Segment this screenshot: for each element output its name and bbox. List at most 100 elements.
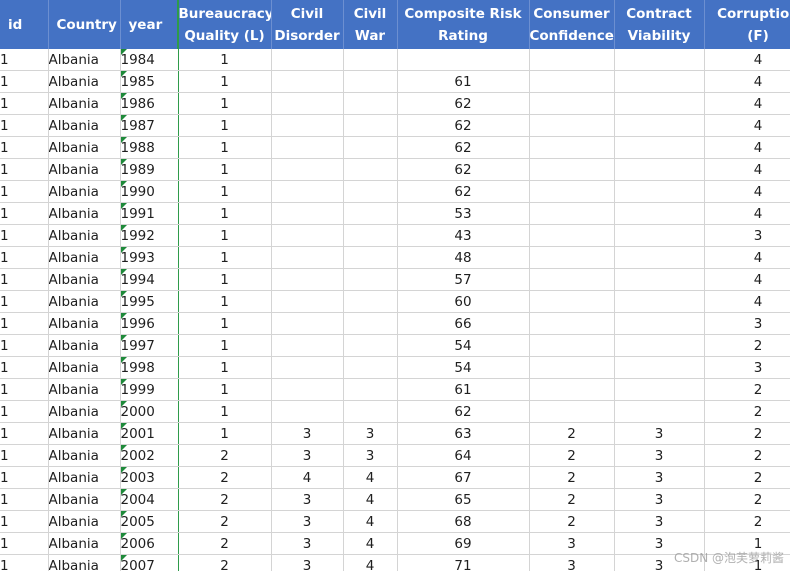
- column-header-year[interactable]: year: [120, 0, 179, 49]
- civil-disorder-cell[interactable]: 3: [271, 488, 344, 511]
- civil-disorder-cell[interactable]: 3: [271, 532, 344, 555]
- civil-war-cell[interactable]: [343, 158, 398, 181]
- composite-risk-rating-cell[interactable]: 67: [397, 466, 530, 489]
- consumer-confidence-cell[interactable]: [529, 70, 615, 93]
- civil-war-cell[interactable]: [343, 180, 398, 203]
- contract-viability-cell[interactable]: [614, 158, 705, 181]
- bureaucracy-quality-cell[interactable]: 1: [178, 114, 272, 137]
- civil-war-cell[interactable]: [343, 246, 398, 269]
- consumer-confidence-cell[interactable]: [529, 400, 615, 423]
- civil-disorder-cell[interactable]: [271, 136, 344, 159]
- year-cell[interactable]: 1993: [120, 246, 179, 269]
- country-cell[interactable]: Albania: [48, 378, 121, 401]
- corruption-cell[interactable]: 2: [704, 444, 790, 467]
- id-cell[interactable]: 1: [0, 202, 49, 225]
- consumer-confidence-cell[interactable]: 2: [529, 488, 615, 511]
- composite-risk-rating-cell[interactable]: 69: [397, 532, 530, 555]
- corruption-cell[interactable]: 4: [704, 92, 790, 115]
- civil-war-cell[interactable]: [343, 202, 398, 225]
- year-cell[interactable]: 1997: [120, 334, 179, 357]
- id-cell[interactable]: 1: [0, 136, 49, 159]
- bureaucracy-quality-cell[interactable]: 2: [178, 554, 272, 571]
- year-cell[interactable]: 1995: [120, 290, 179, 313]
- country-cell[interactable]: Albania: [48, 70, 121, 93]
- id-cell[interactable]: 1: [0, 488, 49, 511]
- bureaucracy-quality-cell[interactable]: 1: [178, 400, 272, 423]
- country-cell[interactable]: Albania: [48, 136, 121, 159]
- composite-risk-rating-cell[interactable]: 71: [397, 554, 530, 571]
- civil-disorder-cell[interactable]: [271, 334, 344, 357]
- column-header-id[interactable]: id: [0, 0, 49, 49]
- year-cell[interactable]: 1996: [120, 312, 179, 335]
- column-header-civil-war[interactable]: Civil War: [343, 0, 398, 49]
- consumer-confidence-cell[interactable]: [529, 224, 615, 247]
- bureaucracy-quality-cell[interactable]: 2: [178, 532, 272, 555]
- consumer-confidence-cell[interactable]: [529, 246, 615, 269]
- civil-disorder-cell[interactable]: [271, 158, 344, 181]
- composite-risk-rating-cell[interactable]: 60: [397, 290, 530, 313]
- contract-viability-cell[interactable]: [614, 224, 705, 247]
- country-cell[interactable]: Albania: [48, 422, 121, 445]
- bureaucracy-quality-cell[interactable]: 1: [178, 268, 272, 291]
- corruption-cell[interactable]: 4: [704, 136, 790, 159]
- year-cell[interactable]: 2001: [120, 422, 179, 445]
- country-cell[interactable]: Albania: [48, 158, 121, 181]
- contract-viability-cell[interactable]: [614, 246, 705, 269]
- civil-disorder-cell[interactable]: 3: [271, 422, 344, 445]
- id-cell[interactable]: 1: [0, 246, 49, 269]
- column-header-composite-risk-rating[interactable]: Composite Risk Rating: [397, 0, 530, 49]
- civil-disorder-cell[interactable]: [271, 290, 344, 313]
- civil-war-cell[interactable]: [343, 334, 398, 357]
- contract-viability-cell[interactable]: [614, 356, 705, 379]
- id-cell[interactable]: 1: [0, 290, 49, 313]
- consumer-confidence-cell[interactable]: [529, 49, 615, 71]
- consumer-confidence-cell[interactable]: 2: [529, 466, 615, 489]
- composite-risk-rating-cell[interactable]: 62: [397, 158, 530, 181]
- country-cell[interactable]: Albania: [48, 400, 121, 423]
- civil-war-cell[interactable]: [343, 400, 398, 423]
- bureaucracy-quality-cell[interactable]: 1: [178, 49, 272, 71]
- civil-disorder-cell[interactable]: [271, 312, 344, 335]
- country-cell[interactable]: Albania: [48, 488, 121, 511]
- consumer-confidence-cell[interactable]: 2: [529, 444, 615, 467]
- civil-war-cell[interactable]: 3: [343, 422, 398, 445]
- id-cell[interactable]: 1: [0, 92, 49, 115]
- civil-disorder-cell[interactable]: 3: [271, 554, 344, 571]
- civil-disorder-cell[interactable]: [271, 49, 344, 71]
- bureaucracy-quality-cell[interactable]: 1: [178, 334, 272, 357]
- id-cell[interactable]: 1: [0, 224, 49, 247]
- year-cell[interactable]: 2003: [120, 466, 179, 489]
- corruption-cell[interactable]: 4: [704, 70, 790, 93]
- civil-disorder-cell[interactable]: 3: [271, 444, 344, 467]
- id-cell[interactable]: 1: [0, 466, 49, 489]
- year-cell[interactable]: 1984: [120, 49, 179, 71]
- consumer-confidence-cell[interactable]: [529, 334, 615, 357]
- consumer-confidence-cell[interactable]: [529, 92, 615, 115]
- civil-war-cell[interactable]: 4: [343, 532, 398, 555]
- bureaucracy-quality-cell[interactable]: 2: [178, 466, 272, 489]
- contract-viability-cell[interactable]: 3: [614, 444, 705, 467]
- id-cell[interactable]: 1: [0, 444, 49, 467]
- column-header-contract-viability[interactable]: Contract Viability: [614, 0, 705, 49]
- country-cell[interactable]: Albania: [48, 49, 121, 71]
- corruption-cell[interactable]: 4: [704, 268, 790, 291]
- column-header-bureaucracy-quality[interactable]: Bureaucracy Quality (L): [178, 0, 272, 49]
- bureaucracy-quality-cell[interactable]: 2: [178, 444, 272, 467]
- civil-war-cell[interactable]: 4: [343, 466, 398, 489]
- bureaucracy-quality-cell[interactable]: 1: [178, 378, 272, 401]
- country-cell[interactable]: Albania: [48, 268, 121, 291]
- column-header-consumer-confidence[interactable]: Consumer Confidence: [529, 0, 615, 49]
- id-cell[interactable]: 1: [0, 378, 49, 401]
- consumer-confidence-cell[interactable]: [529, 136, 615, 159]
- country-cell[interactable]: Albania: [48, 246, 121, 269]
- year-cell[interactable]: 2004: [120, 488, 179, 511]
- civil-disorder-cell[interactable]: [271, 114, 344, 137]
- civil-disorder-cell[interactable]: [271, 92, 344, 115]
- bureaucracy-quality-cell[interactable]: 1: [178, 180, 272, 203]
- year-cell[interactable]: 1992: [120, 224, 179, 247]
- year-cell[interactable]: 1994: [120, 268, 179, 291]
- consumer-confidence-cell[interactable]: 3: [529, 554, 615, 571]
- year-cell[interactable]: 1987: [120, 114, 179, 137]
- year-cell[interactable]: 1988: [120, 136, 179, 159]
- civil-war-cell[interactable]: [343, 290, 398, 313]
